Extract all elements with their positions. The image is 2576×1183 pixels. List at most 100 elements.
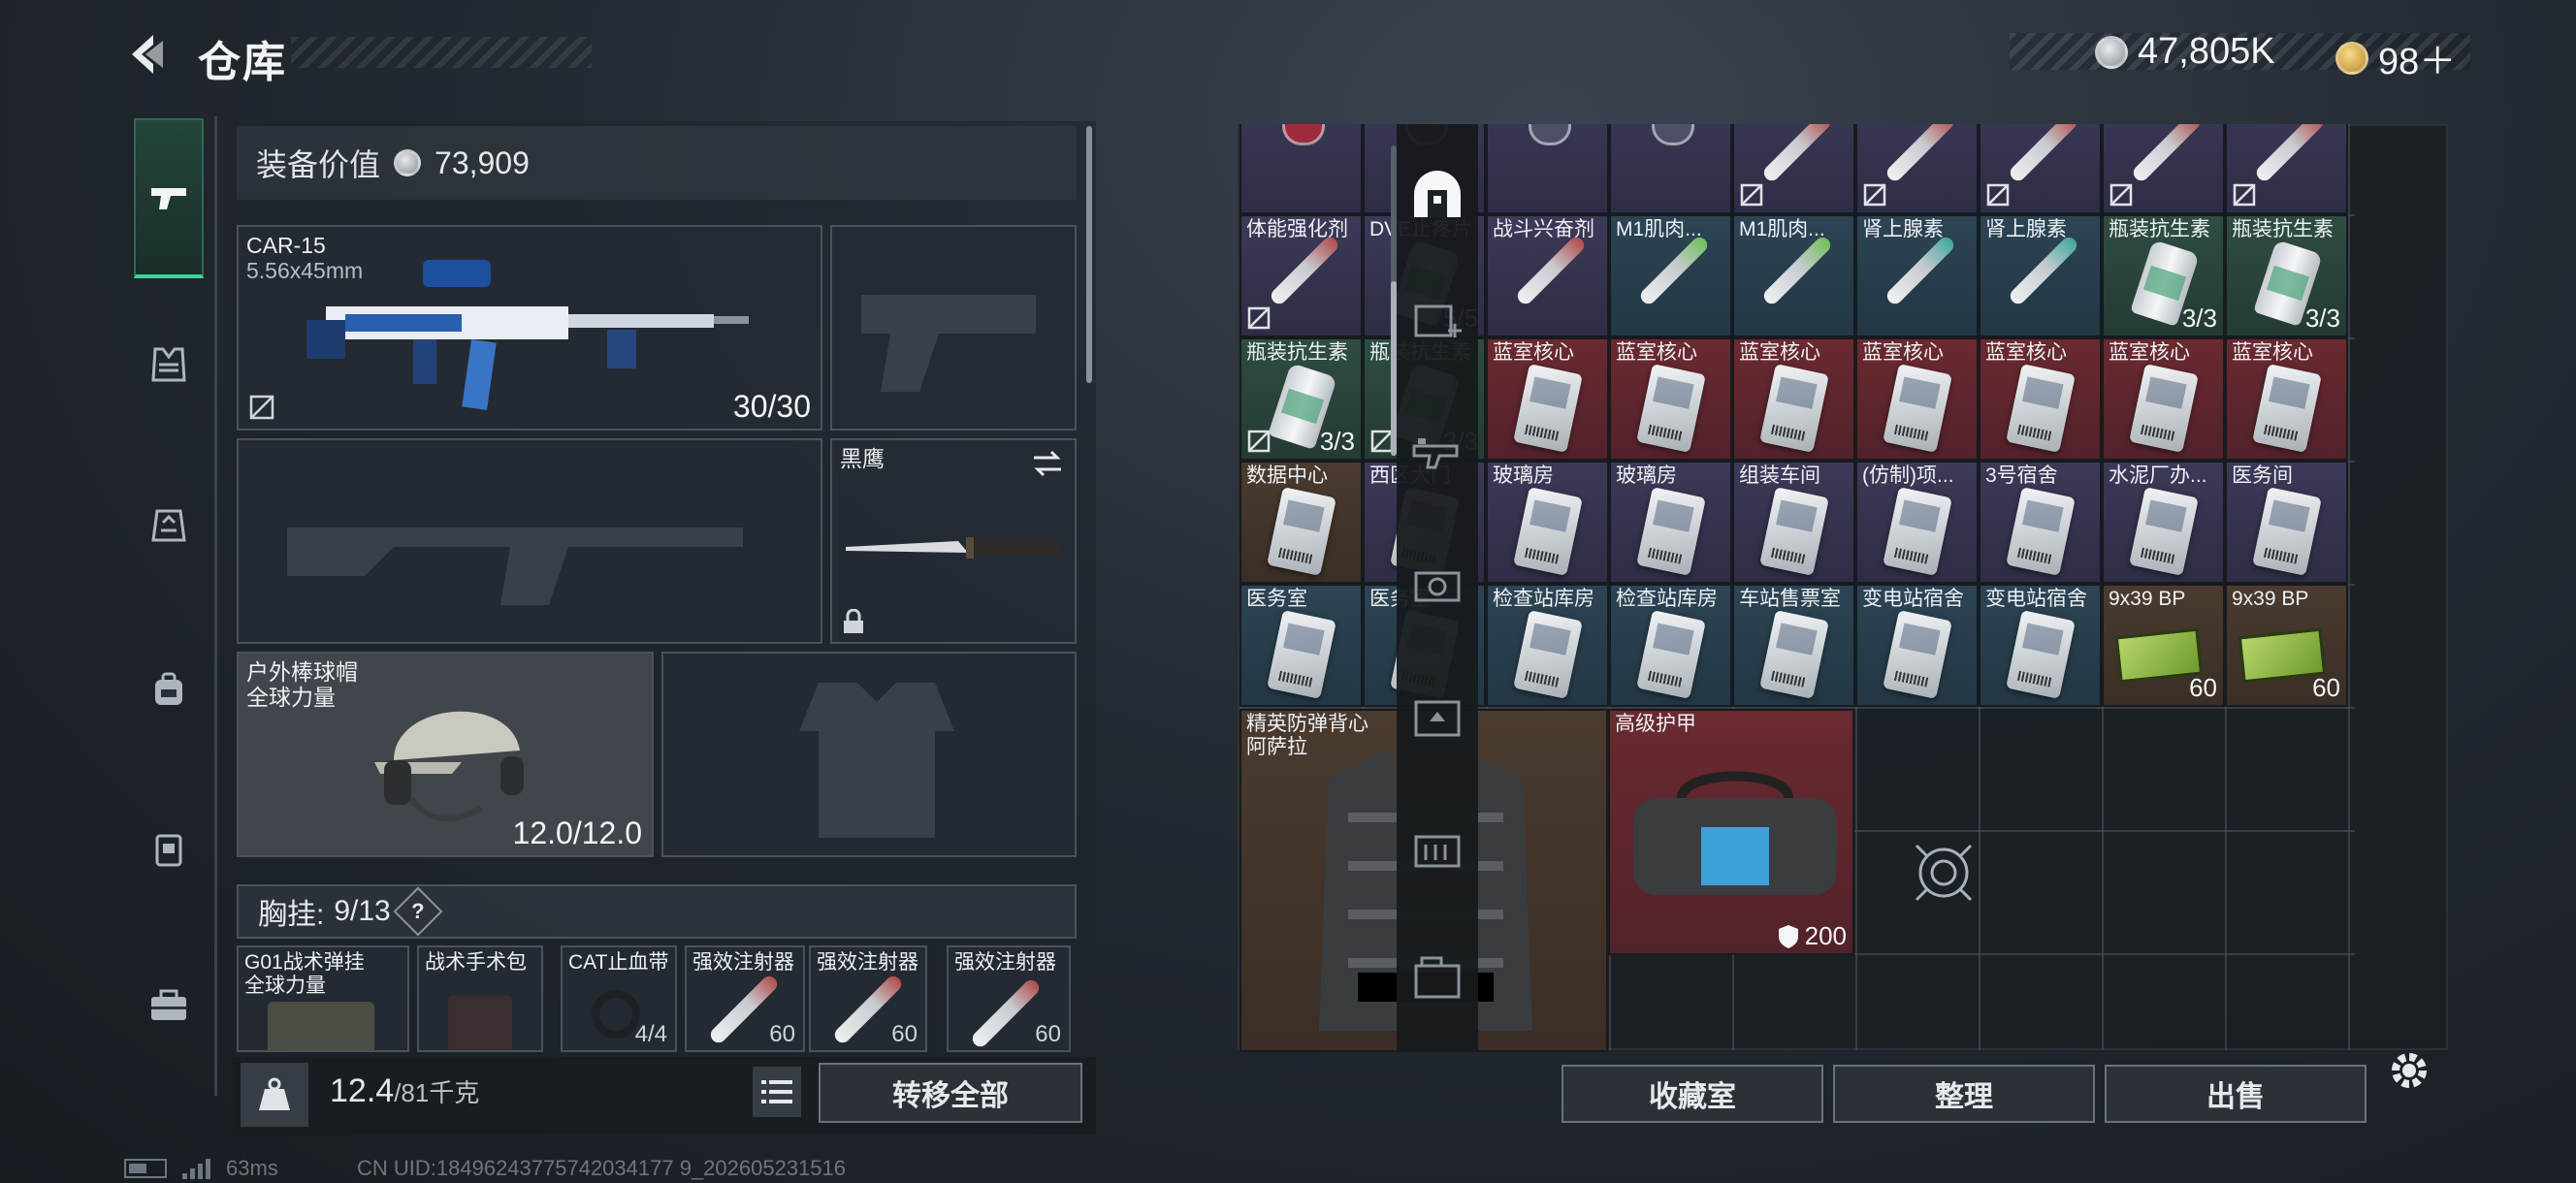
stash-item[interactable]: 瓶装抗生素 3/3: [2225, 214, 2348, 337]
silver-currency[interactable]: 47,805K: [2095, 31, 2275, 73]
backpack-icon: [155, 672, 182, 705]
loadout-scrollbar[interactable]: [1086, 126, 1092, 383]
stash-item-name: 蓝室核心: [1985, 341, 2067, 364]
stash-item[interactable]: M1肌肉...: [1609, 214, 1732, 337]
stash-item[interactable]: 车站售票室: [1732, 584, 1855, 707]
melee-slot[interactable]: 黑鹰: [830, 438, 1077, 644]
stash-item[interactable]: [2102, 124, 2225, 214]
stash-item[interactable]: 检查站库房: [1609, 584, 1732, 707]
stash-item[interactable]: 医务间: [2225, 461, 2348, 584]
stash-item[interactable]: 蓝室核心: [1979, 337, 2102, 461]
stash-item[interactable]: 瓶装抗生素 3/3: [1240, 337, 1363, 461]
gold-currency[interactable]: 98＋: [2335, 31, 2456, 84]
stash-item[interactable]: 蓝室核心: [1609, 337, 1732, 461]
keycard-icon: [2252, 364, 2322, 453]
stash-item[interactable]: 组装车间: [1732, 461, 1855, 584]
back-button[interactable]: [118, 29, 177, 80]
stash-item-name: 医务间: [2232, 464, 2293, 487]
category-misc[interactable]: [1408, 950, 1466, 1008]
stash-item[interactable]: M1肌肉...: [1732, 214, 1855, 337]
stash-item[interactable]: 3号宿舍: [1979, 461, 2102, 584]
nav-backpack[interactable]: [134, 655, 204, 724]
keycard-icon: [1267, 487, 1336, 576]
list-view-button[interactable]: [753, 1067, 801, 1117]
stash-item[interactable]: 蓝室核心: [1855, 337, 1979, 461]
nav-case[interactable]: [134, 815, 204, 884]
nav-vest[interactable]: [134, 330, 204, 400]
chest-rig-item[interactable]: 强效注射器 60: [685, 945, 805, 1052]
stash-item[interactable]: 肾上腺素: [1855, 214, 1979, 337]
category-all[interactable]: [1408, 165, 1466, 223]
stash-item[interactable]: [1732, 124, 1855, 214]
vest-icon: [151, 347, 186, 382]
settings-button[interactable]: [2382, 1043, 2436, 1098]
weight-readout: 12.4/81千克: [330, 1072, 479, 1110]
swap-icon[interactable]: [1030, 448, 1065, 479]
stash-item[interactable]: 蓝室核心: [1732, 337, 1855, 461]
stash-item[interactable]: [1486, 124, 1609, 214]
chest-rig-item[interactable]: 强效注射器 60: [947, 945, 1071, 1052]
nav-weapon[interactable]: [134, 118, 204, 278]
stash-item[interactable]: 变电站宿舍: [1855, 584, 1979, 707]
stash-item[interactable]: [2225, 124, 2348, 214]
stash-item[interactable]: 体能强化剂: [1240, 214, 1363, 337]
chest-rig-item[interactable]: 强效注射器 60: [809, 945, 927, 1052]
stash-item[interactable]: [1609, 124, 1732, 214]
nav-armor[interactable]: [134, 490, 204, 560]
stash-item-armor[interactable]: 高级护甲 200: [1608, 709, 1854, 955]
stash-item[interactable]: 医务室: [1240, 584, 1363, 707]
stash-item[interactable]: 蓝室核心: [1486, 337, 1609, 461]
armor-bag-icon: [1633, 771, 1837, 895]
stash-item[interactable]: 蓝室核心: [2225, 337, 2348, 461]
stash-item[interactable]: (仿制)项...: [1855, 461, 1979, 584]
gear-bag-icon: [1414, 700, 1461, 737]
stash-item[interactable]: 肾上腺素: [1979, 214, 2102, 337]
primary-weapon-slot[interactable]: CAR-15 5.56x45mm 30/30: [237, 225, 822, 431]
category-medical[interactable]: [1408, 293, 1466, 351]
rifle-silhouette-icon: [287, 528, 743, 605]
sidearm-slot[interactable]: [830, 225, 1077, 431]
stash-item[interactable]: 水泥厂办...: [2102, 461, 2225, 584]
stash-item[interactable]: 玻璃房: [1609, 461, 1732, 584]
stash-item[interactable]: 检查站库房: [1486, 584, 1609, 707]
stash-item[interactable]: 玻璃房: [1486, 461, 1609, 584]
chest-rig-item[interactable]: 战术手术包: [417, 945, 543, 1052]
stash-item[interactable]: 变电站宿舍: [1979, 584, 2102, 707]
chest-rig-item[interactable]: CAT止血带 4/4: [561, 945, 677, 1052]
stash-item[interactable]: 9x39 BP 60: [2225, 584, 2348, 707]
transfer-all-button[interactable]: 转移全部: [819, 1063, 1082, 1123]
stash-item-name: 瓶装抗生素: [2232, 218, 2334, 240]
stash-item-name: 瓶装抗生素: [2109, 218, 2210, 240]
category-attachments[interactable]: [1408, 558, 1466, 616]
category-equipment[interactable]: [1408, 688, 1466, 747]
unlock-icon: [1863, 183, 1886, 207]
stash-item[interactable]: 战斗兴奋剂: [1486, 214, 1609, 337]
category-weapons[interactable]: [1408, 427, 1466, 485]
syringe-icon: [969, 976, 1043, 1050]
help-icon[interactable]: ?: [393, 886, 443, 937]
sell-button[interactable]: 出售: [2105, 1065, 2367, 1123]
stash-item-name: 玻璃房: [1616, 464, 1677, 487]
sort-button[interactable]: 整理: [1833, 1065, 2095, 1123]
stash-item[interactable]: [1855, 124, 1979, 214]
keycard-icon: [1759, 364, 1829, 453]
chest-rig-item[interactable]: G01战术弹挂 全球力量: [237, 945, 409, 1052]
helmet-slot[interactable]: 户外棒球帽 全球力量 12.0/12.0: [237, 652, 654, 857]
stash-item[interactable]: 蓝室核心: [2102, 337, 2225, 461]
chest-rig-label: 胸挂:: [258, 899, 325, 931]
stash-item[interactable]: 9x39 BP 60: [2102, 584, 2225, 707]
stash-item[interactable]: [1979, 124, 2102, 214]
stash-item[interactable]: 瓶装抗生素 3/3: [2102, 214, 2225, 337]
collection-room-button[interactable]: 收藏室: [1562, 1065, 1823, 1123]
stash-item[interactable]: [1240, 124, 1363, 214]
keycard-icon: [1513, 610, 1583, 699]
stash-item-name: 数据中心: [1246, 464, 1328, 487]
secondary-weapon-slot[interactable]: [237, 438, 822, 644]
body-armor-slot[interactable]: [661, 652, 1077, 857]
nav-toolbox[interactable]: [134, 970, 204, 1039]
category-ammo[interactable]: [1408, 819, 1466, 878]
stash-item[interactable]: 数据中心: [1240, 461, 1363, 584]
lock-icon: [844, 609, 863, 633]
stash-item-name: 3号宿舍: [1985, 464, 2058, 487]
stash-item-count: 60: [2312, 673, 2340, 702]
